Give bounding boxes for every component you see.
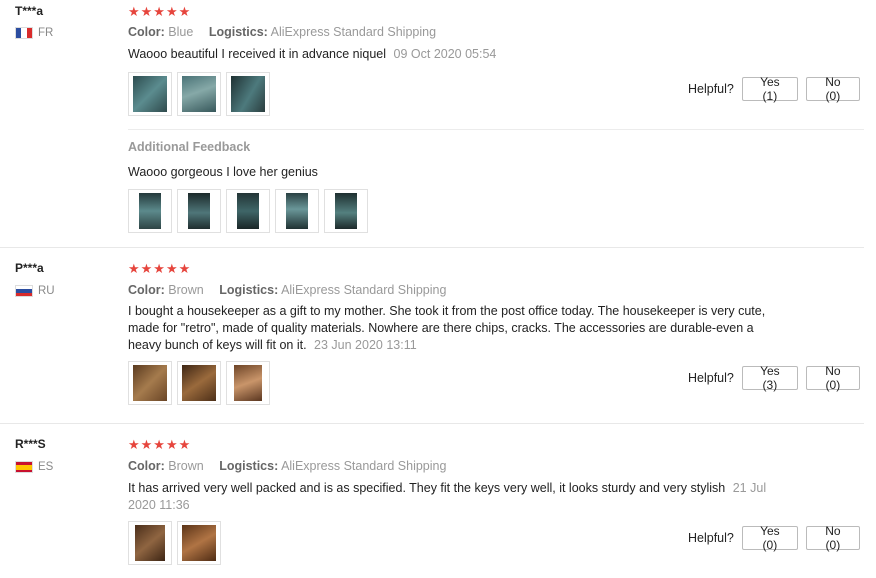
color-value: Brown bbox=[168, 459, 204, 473]
helpful-label: Helpful? bbox=[688, 531, 734, 545]
review-photo[interactable] bbox=[128, 72, 172, 116]
review-photo[interactable] bbox=[275, 189, 319, 233]
logistics-label: Logistics: bbox=[219, 459, 279, 473]
star-rating: ★★★★★ bbox=[128, 437, 192, 452]
review-date: 09 Oct 2020 05:54 bbox=[393, 47, 497, 61]
review-body: Waooo beautiful I received it in advance… bbox=[128, 47, 387, 61]
country-code: RU bbox=[38, 285, 55, 297]
reviewer-country: RU bbox=[15, 285, 55, 297]
helpful-no-button[interactable]: No (0) bbox=[805, 75, 860, 103]
review-date: 23 Jun 2020 13:11 bbox=[314, 338, 417, 352]
star-rating: ★★★★★ bbox=[128, 261, 192, 276]
helpful-label: Helpful? bbox=[688, 82, 734, 96]
russia-flag-icon bbox=[15, 285, 33, 297]
logistics-value: AliExpress Standard Shipping bbox=[281, 283, 447, 297]
review-photo[interactable] bbox=[177, 72, 221, 116]
logistics-label: Logistics: bbox=[208, 25, 268, 39]
additional-feedback-text: Waooo gorgeous I love her genius bbox=[128, 165, 318, 179]
review-photo[interactable] bbox=[226, 189, 270, 233]
color-label: Color: bbox=[128, 283, 165, 297]
helpful-votes: Helpful? Yes (3) No (0) bbox=[688, 364, 860, 392]
logistics-label: Logistics: bbox=[219, 283, 279, 297]
helpful-yes-button[interactable]: Yes (3) bbox=[741, 364, 798, 392]
review-photos bbox=[128, 521, 221, 565]
review-photos bbox=[128, 72, 270, 116]
review-photo[interactable] bbox=[177, 521, 221, 565]
review-photo[interactable] bbox=[128, 189, 172, 233]
helpful-votes: Helpful? Yes (1) No (0) bbox=[688, 75, 860, 103]
review-body: It has arrived very well packed and is a… bbox=[128, 481, 726, 495]
star-rating: ★★★★★ bbox=[128, 4, 192, 19]
country-code: ES bbox=[38, 461, 54, 473]
review-photos bbox=[128, 361, 270, 405]
helpful-label: Helpful? bbox=[688, 371, 734, 385]
reviewer-country: FR bbox=[15, 27, 53, 39]
review-photo[interactable] bbox=[177, 189, 221, 233]
helpful-yes-button[interactable]: Yes (1) bbox=[741, 75, 798, 103]
color-label: Color: bbox=[128, 459, 165, 473]
helpful-yes-button[interactable]: Yes (0) bbox=[741, 524, 798, 552]
logistics-value: AliExpress Standard Shipping bbox=[270, 25, 437, 39]
order-meta: Color: Brown Logistics: AliExpress Stand… bbox=[128, 283, 446, 297]
order-meta: Color: Blue Logistics: AliExpress Standa… bbox=[128, 25, 436, 39]
reviewer-name: R***S bbox=[15, 437, 46, 451]
reviewer-name: T***a bbox=[15, 4, 44, 18]
review-text: Waooo beautiful I received it in advance… bbox=[128, 46, 788, 63]
additional-feedback-photos bbox=[128, 189, 368, 233]
helpful-no-button[interactable]: No (0) bbox=[805, 364, 860, 392]
review-photo[interactable] bbox=[177, 361, 221, 405]
review-divider bbox=[0, 247, 864, 248]
country-code: FR bbox=[38, 27, 54, 39]
review-divider bbox=[0, 423, 864, 424]
review-photo[interactable] bbox=[128, 521, 172, 565]
review-photo[interactable] bbox=[226, 361, 270, 405]
spain-flag-icon bbox=[15, 461, 33, 473]
review-photo[interactable] bbox=[128, 361, 172, 405]
review-text: I bought a housekeeper as a gift to my m… bbox=[128, 303, 778, 354]
review-body: I bought a housekeeper as a gift to my m… bbox=[128, 304, 766, 352]
order-meta: Color: Brown Logistics: AliExpress Stand… bbox=[128, 459, 446, 473]
divider bbox=[128, 129, 864, 130]
review-text: It has arrived very well packed and is a… bbox=[128, 480, 778, 514]
reviewer-name: P***a bbox=[15, 261, 44, 275]
color-value: Blue bbox=[168, 25, 194, 39]
logistics-value: AliExpress Standard Shipping bbox=[281, 459, 447, 473]
helpful-no-button[interactable]: No (0) bbox=[805, 524, 860, 552]
helpful-votes: Helpful? Yes (0) No (0) bbox=[688, 524, 860, 552]
color-value: Brown bbox=[168, 283, 204, 297]
france-flag-icon bbox=[15, 27, 33, 39]
additional-feedback-title: Additional Feedback bbox=[128, 140, 251, 154]
color-label: Color: bbox=[128, 25, 165, 39]
reviewer-country: ES bbox=[15, 461, 53, 473]
review-photo[interactable] bbox=[324, 189, 368, 233]
review-photo[interactable] bbox=[226, 72, 270, 116]
